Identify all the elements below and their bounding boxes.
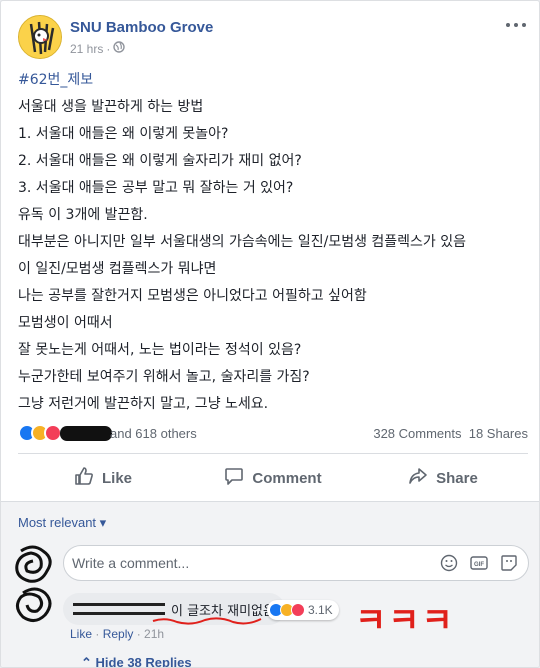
redacted-names-scribble [60, 426, 112, 441]
comments-section: Most relevant ▾ Write a comment... GIF 이… [1, 501, 539, 668]
comment-actions: Like · Reply · 21h [70, 627, 165, 641]
commenter-avatar-scribble [13, 585, 57, 627]
divider [18, 453, 528, 454]
hide-replies-label: Hide 38 Replies [95, 655, 192, 668]
post-line: 서울대 생을 발끈하게 하는 방법 [18, 99, 204, 115]
handwritten-annotation: ㅋㅋㅋ [355, 601, 455, 641]
emoji-icon[interactable] [440, 554, 458, 572]
page-name[interactable]: SNU Bamboo Grove [70, 19, 213, 36]
more-options-icon[interactable] [506, 19, 528, 31]
caret-down-icon: ▾ [99, 515, 107, 530]
post-header: SNU Bamboo Grove 21 hrs · [18, 15, 528, 61]
post-body: #62번_제보 서울대 생을 발끈하게 하는 방법 1. 서울대 애들은 왜 이… [18, 67, 528, 418]
post-line: 그냥 저런거에 발끈하지 말고, 그냥 노세요. [18, 396, 269, 412]
red-underline-scribble [152, 617, 262, 625]
reactions-bar: and 618 others 328 Comments 18 Shares [18, 422, 528, 446]
post-hashtag[interactable]: #62번_제보 [18, 67, 528, 94]
share-count[interactable]: 18 Shares [469, 426, 528, 441]
comment-placeholder: Write a comment... [72, 555, 190, 571]
comment-input[interactable]: Write a comment... GIF [63, 545, 529, 581]
action-bar: Like Comment Share [18, 458, 528, 498]
gif-icon[interactable]: GIF [470, 554, 488, 572]
hide-replies-button[interactable]: ⌃ Hide 38 Replies [81, 655, 192, 668]
comment-button[interactable]: Comment [188, 458, 358, 498]
redacted-commenter-name[interactable] [73, 603, 165, 615]
like-button[interactable]: Like [18, 458, 188, 498]
post-line: 대부분은 아니지만 일부 서울대생의 가슴속에는 일진/모범생 컴플렉스가 있음 [18, 234, 467, 250]
sort-label: Most relevant [18, 515, 97, 530]
post-line: 잘 못노는게 어때서, 노는 법이라는 정석이 있음? [18, 342, 302, 358]
engagement-counts: 328 Comments 18 Shares [373, 426, 528, 441]
comment-reactions[interactable]: 3.1K [267, 600, 339, 620]
post-line: 유독 이 3개에 발끈함. [18, 207, 148, 223]
reaction-count[interactable]: and 618 others [110, 426, 197, 441]
post-line: 이 일진/모범생 컴플렉스가 뭐냐면 [18, 261, 217, 277]
thumbs-up-icon [74, 466, 94, 490]
page-avatar[interactable] [18, 15, 62, 59]
love-reaction-icon [291, 603, 305, 617]
comment-reply-link[interactable]: Reply [103, 627, 134, 641]
globe-icon[interactable] [113, 41, 126, 56]
post-timestamp[interactable]: 21 hrs [70, 42, 103, 56]
post-line: 3. 서울대 애들은 공부 말고 뭐 잘하는 거 있어? [18, 180, 294, 196]
comment-bubble-icon [224, 466, 244, 490]
comment-time[interactable]: 21h [144, 627, 164, 641]
comment-reaction-count: 3.1K [308, 603, 333, 617]
sticker-icon[interactable] [500, 554, 518, 572]
post-line: 2. 서울대 애들은 왜 이렇게 술자리가 재미 없어? [18, 153, 302, 169]
share-arrow-icon [408, 466, 428, 490]
comment-input-tools: GIF [440, 554, 518, 572]
viewer-avatar-scribble [13, 545, 57, 585]
post-meta: 21 hrs · [70, 41, 126, 56]
chevron-up-icon: ⌃ [81, 655, 92, 668]
post-line: 1. 서울대 애들은 왜 이렇게 못놀아? [18, 126, 229, 142]
share-button[interactable]: Share [358, 458, 528, 498]
post-card: SNU Bamboo Grove 21 hrs · #62번_제보 서울대 생을… [0, 0, 540, 668]
comment-like-link[interactable]: Like [70, 627, 92, 641]
share-label: Share [436, 469, 478, 487]
post-line: 누군가한테 보여주기 위해서 놀고, 술자리를 가짐? [18, 369, 310, 385]
comment-count[interactable]: 328 Comments [373, 426, 461, 441]
svg-text:GIF: GIF [474, 562, 484, 568]
comment-label: Comment [252, 469, 322, 487]
meta-separator: · [106, 41, 111, 56]
post-line: 모범생이 어때서 [18, 315, 113, 331]
comment-sort-dropdown[interactable]: Most relevant ▾ [18, 515, 106, 531]
post-line: 나는 공부를 잘한거지 모범생은 아니었다고 어필하고 싶어함 [18, 288, 367, 304]
divider [1, 501, 539, 502]
like-label: Like [101, 469, 132, 487]
